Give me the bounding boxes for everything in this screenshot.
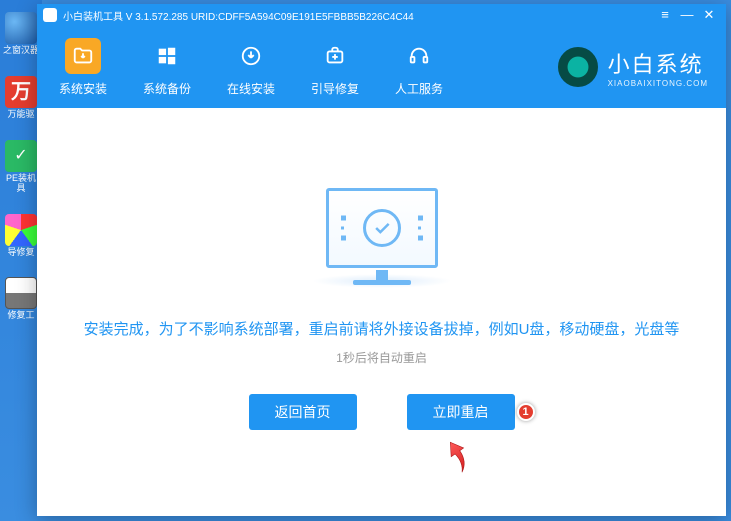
desktop-icon-label: 万能驱 — [3, 110, 39, 120]
nav-label: 引导修复 — [311, 80, 359, 97]
window-title: 小白装机工具 V 3.1.572.285 URID:CDFF5A594C09E1… — [63, 8, 414, 23]
minimize-button[interactable]: — — [676, 4, 698, 26]
menu-button[interactable]: ≡ — [654, 4, 676, 26]
nav-boot-repair[interactable]: 引导修复 — [307, 38, 363, 97]
download-icon — [233, 38, 269, 74]
pe-icon — [5, 140, 37, 172]
desktop-icon[interactable]: 万 万能驱 — [3, 76, 39, 120]
nav-system-backup[interactable]: 系统备份 — [139, 38, 195, 97]
restart-now-button[interactable]: 立即重启 — [407, 394, 515, 430]
headset-icon — [401, 38, 437, 74]
check-circle-icon — [363, 209, 401, 247]
brand-url: XIAOBAIXITONG.COM — [608, 79, 708, 88]
monitor-icon — [326, 188, 438, 268]
desktop-icon-label: 修复工 — [3, 311, 39, 321]
back-home-button[interactable]: 返回首页 — [249, 394, 357, 430]
nav-system-install[interactable]: 系统安装 — [55, 38, 111, 97]
header: 系统安装 系统备份 在线安装 引导修复 — [37, 26, 726, 108]
nav: 系统安装 系统备份 在线安装 引导修复 — [55, 38, 447, 97]
nav-label: 在线安装 — [227, 80, 275, 97]
app-logo-icon — [43, 8, 57, 22]
desktop-icon[interactable]: 修复工 — [3, 277, 39, 321]
desktop-icon[interactable]: 导修复 — [3, 214, 39, 258]
medkit-icon — [317, 38, 353, 74]
app-window: 小白装机工具 V 3.1.572.285 URID:CDFF5A594C09E1… — [37, 4, 726, 516]
brand: 小白系统 XIAOBAIXITONG.COM — [558, 47, 708, 88]
windows-icon — [149, 38, 185, 74]
desktop-icon-label: 导修复 — [3, 248, 39, 258]
success-illustration — [326, 188, 438, 268]
desktop-icon[interactable]: 之窗汉器 — [3, 12, 39, 56]
nav-label: 系统备份 — [143, 80, 191, 97]
globe-icon — [5, 12, 37, 44]
desktop-icon[interactable]: PE装机具 — [3, 140, 39, 194]
brand-logo-icon — [558, 47, 598, 87]
nav-label: 人工服务 — [395, 80, 443, 97]
desktop-icons-strip: 之窗汉器 万 万能驱 PE装机具 导修复 修复工 — [0, 0, 42, 521]
desktop-icon-label: PE装机具 — [3, 174, 39, 194]
wan-icon: 万 — [5, 76, 37, 108]
completion-message: 安装完成，为了不影响系统部署，重启前请将外接设备拔掉，例如U盘，移动硬盘，光盘等 — [84, 318, 680, 339]
nav-manual-service[interactable]: 人工服务 — [391, 38, 447, 97]
content: 安装完成，为了不影响系统部署，重启前请将外接设备拔掉，例如U盘，移动硬盘，光盘等… — [37, 108, 726, 516]
annotation-arrow-icon — [433, 429, 489, 486]
button-row: 返回首页 立即重启 1 — [249, 394, 515, 430]
desktop-icon-label: 之窗汉器 — [3, 46, 39, 56]
nav-label: 系统安装 — [59, 80, 107, 97]
countdown-message: 1秒后将自动重启 — [336, 349, 427, 366]
box-icon — [5, 277, 37, 309]
folder-down-icon — [65, 38, 101, 74]
annotation-badge: 1 — [517, 403, 535, 421]
nav-online-install[interactable]: 在线安装 — [223, 38, 279, 97]
brand-name: 小白系统 — [608, 47, 708, 79]
close-button[interactable]: ✕ — [698, 4, 720, 26]
flower-icon — [5, 214, 37, 246]
titlebar: 小白装机工具 V 3.1.572.285 URID:CDFF5A594C09E1… — [37, 4, 726, 26]
